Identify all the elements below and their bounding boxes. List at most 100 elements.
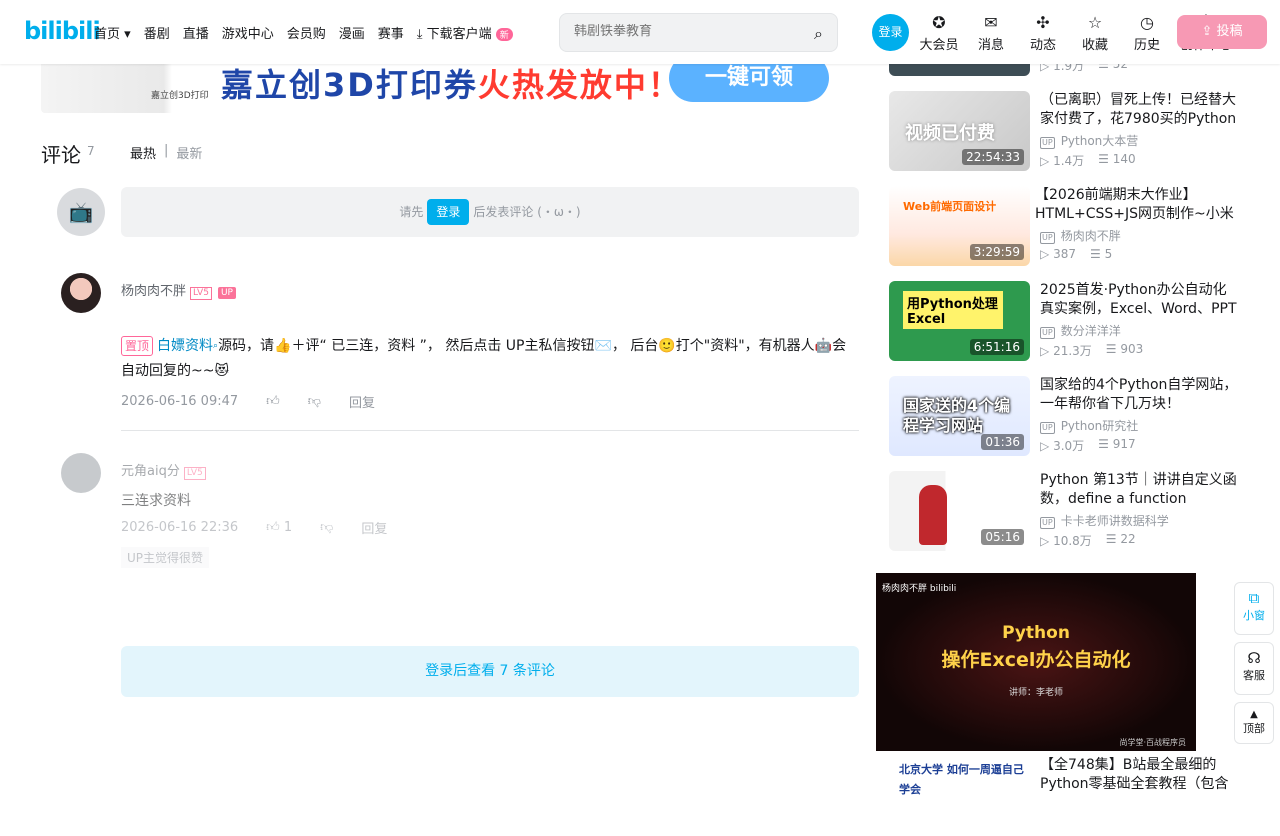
danmaku-icon: ☰	[1089, 247, 1101, 261]
dynamic-entry[interactable]: ✣ 动态	[1022, 13, 1064, 54]
list-item[interactable]: 国家送的4个编程学习网站 01:36 国家给的4个Python自学网站，一年帮你…	[889, 376, 1239, 456]
message-entry[interactable]: ✉ 消息	[970, 13, 1012, 54]
comment-time: 2026-06-16 22:36	[121, 520, 239, 535]
comment-search-link[interactable]: 白嫖资料	[157, 338, 213, 354]
video-uploader[interactable]: UP 数分洋洋洋	[1040, 322, 1121, 339]
video-uploader[interactable]: UP 卡卡老师讲数据科学	[1040, 512, 1169, 529]
video-title[interactable]: 【全748集】B站最全最细的Python零基础全套教程（包含所有干货内容）	[1040, 756, 1239, 794]
tv-icon: 📺	[68, 200, 94, 224]
up-icon: UP	[1040, 327, 1055, 339]
danmaku-count: ☰ 917	[1098, 437, 1136, 451]
thumb-text: 国家送的4个编程学习网站	[903, 396, 1011, 435]
video-thumbnail[interactable]: Web前端页面设计 3:29:59	[889, 186, 1030, 266]
login-suffix: 后发表评论 (・ω・)	[473, 205, 581, 219]
video-uploader[interactable]: UP Python大本营	[1040, 132, 1138, 149]
list-item[interactable]: 用Python处理Excel 6:51:16 2025首发·Python办公自动…	[889, 281, 1239, 361]
video-stats: ▷ 10.8万 ☰ 22	[1040, 532, 1136, 549]
vip-entry[interactable]: ✪ 大会员	[918, 13, 960, 54]
reply-button[interactable]: 回复	[349, 392, 375, 411]
video-duration: 01:36	[981, 434, 1024, 450]
comment-username[interactable]: 杨肉肉不胖 LV5 UP	[121, 280, 236, 300]
up-icon: UP	[1040, 137, 1055, 149]
video-title[interactable]: 国家给的4个Python自学网站，一年帮你省下几万块！	[1040, 376, 1239, 414]
thumb-text: Web前端页面设计	[903, 200, 997, 213]
comment-login-button[interactable]: 登录	[427, 199, 470, 225]
mini-window-button[interactable]: ⧉ 小窗	[1234, 582, 1274, 635]
video-thumbnail[interactable]: 视频已付费 22:54:33	[889, 91, 1030, 171]
video-uploader[interactable]: UP Python研究社	[1040, 417, 1138, 434]
danmaku-count: ☰ 903	[1105, 342, 1144, 356]
reply-button[interactable]: 回复	[361, 518, 387, 537]
video-thumbnail[interactable]: 国家送的4个编程学习网站 01:36	[889, 376, 1030, 456]
login-to-view-more[interactable]: 登录后查看 7 条评论	[121, 646, 859, 697]
favorite-entry[interactable]: ☆ 收藏	[1074, 13, 1116, 54]
like-button[interactable]: 👍︎	[266, 394, 280, 409]
video-stats: ▷ 1.4万 ☰ 140	[1040, 152, 1136, 169]
mini-player-line2: 操作Excel办公自动化	[941, 649, 1131, 671]
dislike-button[interactable]: 👎︎	[320, 520, 333, 535]
list-item[interactable]: 视频已付费 22:54:33 （已离职）冒死上传！已经替大家付费了，花7980买…	[889, 91, 1239, 171]
up-badge: UP	[217, 287, 236, 299]
danmaku-count: ☰ 22	[1105, 532, 1136, 546]
back-to-top-button[interactable]: ▲ 顶部	[1234, 702, 1274, 744]
nav-game[interactable]: 游戏中心	[222, 23, 274, 42]
bilibili-logo[interactable]: bilibili	[24, 17, 101, 45]
video-title[interactable]: 【2026前端期末大作业】HTML+CSS+JS网页制作~小米商城	[1035, 186, 1234, 224]
avatar[interactable]	[61, 453, 101, 493]
sort-new[interactable]: 最新	[176, 143, 202, 162]
nav-bangumi[interactable]: 番剧	[144, 23, 170, 42]
login-avatar-button[interactable]: 登录	[872, 14, 909, 51]
search-input[interactable]	[574, 24, 794, 39]
video-uploader[interactable]: UP 杨肉肉不胖	[1040, 227, 1121, 244]
video-stats: ▷ 3.0万 ☰ 917	[1040, 437, 1136, 454]
video-title[interactable]: Python 第13节｜讲讲自定义函数，define a function	[1040, 471, 1239, 509]
person-figure	[919, 485, 947, 545]
danmaku-count: ☰ 140	[1098, 152, 1136, 166]
video-thumbnail[interactable]: 用Python处理Excel 6:51:16	[889, 281, 1030, 361]
history-entry[interactable]: ◷ 历史	[1126, 13, 1168, 54]
video-duration: 3:29:59	[969, 244, 1024, 260]
list-item[interactable]: 05:16 Python 第13节｜讲讲自定义函数，define a funct…	[889, 471, 1239, 551]
level-badge: LV5	[183, 467, 206, 480]
avatar[interactable]	[61, 273, 101, 313]
list-item[interactable]: Web前端页面设计 3:29:59 【2026前端期末大作业】HTML+CSS+…	[889, 186, 1239, 266]
comment-username[interactable]: 元角aiq分 LV5	[121, 460, 206, 480]
list-item[interactable]: 北京大学 如何一周逼自己学会 【全748集】B站最全最细的Python零基础全套…	[889, 756, 1239, 836]
sort-hot[interactable]: 最热	[130, 143, 156, 162]
danmaku-icon: ☰	[1098, 437, 1109, 451]
message-icon: ✉	[984, 13, 998, 32]
video-thumbnail[interactable]: 北京大学 如何一周逼自己学会	[889, 756, 1030, 836]
search-box[interactable]: ⌕	[559, 13, 838, 52]
mini-player[interactable]: 杨肉肉不胖 bilibili Python 操作Excel办公自动化 讲师：李老…	[876, 573, 1196, 751]
video-duration: 6:51:16	[969, 339, 1024, 355]
up-icon: UP	[1040, 232, 1055, 244]
login-prefix: 请先	[399, 205, 424, 219]
nav-download[interactable]: ⤓ 下载客户端新	[417, 23, 513, 42]
banner-headline: 嘉立创3D打印券火热发放中！	[221, 66, 682, 104]
favorite-icon: ☆	[1087, 13, 1103, 32]
dynamic-icon: ✣	[1036, 13, 1050, 32]
search-icon[interactable]: ⌕	[814, 24, 823, 44]
video-duration: 05:16	[981, 529, 1024, 545]
sort-separator: |	[164, 143, 169, 158]
nav-home[interactable]: 首页 ▾	[94, 23, 131, 42]
new-badge: 新	[495, 28, 513, 41]
nav-mall[interactable]: 会员购	[287, 23, 326, 42]
headset-icon: ☊	[1247, 649, 1261, 667]
video-thumbnail[interactable]: 05:16	[889, 471, 1030, 551]
danmaku-icon: ☰	[1105, 532, 1117, 546]
nav-match[interactable]: 赛事	[378, 23, 404, 42]
video-title[interactable]: （已离职）冒死上传！已经替大家付费了，花7980买的Python课程	[1040, 91, 1239, 129]
video-title[interactable]: 2025首发·Python办公自动化真实案例，Excel、Word、PPT	[1040, 281, 1239, 319]
vip-icon: ✪	[932, 13, 946, 32]
like-button[interactable]: 👍︎ 1	[266, 520, 292, 535]
thumb-up-icon: 👍︎	[266, 520, 280, 535]
nav-live[interactable]: 直播	[183, 23, 209, 42]
nav-manga[interactable]: 漫画	[339, 23, 365, 42]
play-count: ▷ 21.3万	[1040, 344, 1092, 358]
main-nav: 首页 ▾ 番剧 直播 游戏中心 会员购 漫画 赛事 ⤓ 下载客户端新	[94, 23, 513, 42]
customer-service-button[interactable]: ☊ 客服	[1234, 642, 1274, 695]
upload-button[interactable]: ⇪ 投稿	[1177, 15, 1267, 49]
dislike-button[interactable]: 👎︎	[308, 394, 321, 409]
history-icon: ◷	[1140, 13, 1154, 32]
